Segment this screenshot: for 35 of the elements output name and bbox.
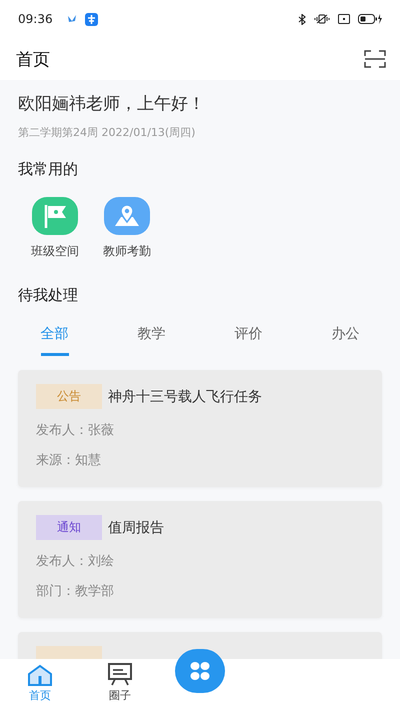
shortcut-label[interactable]: 班级空间 [31, 243, 79, 260]
category-tag: 公告 [36, 384, 102, 409]
task-card[interactable]: 通知 值周报告 发布人：刘绘 部门：教学部 [18, 501, 382, 618]
bluetooth-icon [298, 14, 306, 24]
section-title: 我常用的 [18, 160, 79, 179]
nav-tab[interactable]: 圈子 [80, 662, 160, 709]
date-text: 第二学期第24周 2022/01/13(周四) [18, 125, 196, 140]
battery-icon [358, 14, 382, 24]
greeting-text: 欧阳婳祎老师，上午好！ [18, 93, 206, 115]
section-title: 待我处理 [17, 286, 79, 305]
vibrate-icon [314, 14, 330, 24]
filter-tab[interactable]: 评价 [234, 325, 262, 356]
sim-card-icon [338, 14, 350, 24]
filter-tab[interactable]: 办公 [332, 325, 360, 356]
app-notification-icon [84, 12, 98, 26]
shortcut-label[interactable]: 教师考勤 [103, 243, 151, 260]
flag-icon[interactable] [32, 197, 78, 235]
category-tag: 通知 [36, 515, 102, 540]
task-title: 神舟十三号载人飞行任务 [108, 388, 262, 406]
scan-icon[interactable] [364, 50, 386, 68]
task-detail: 部门：教学部 [36, 583, 115, 600]
task-title: 值周报告 [108, 518, 164, 536]
task-detail: 来源：知慧 [36, 452, 102, 469]
apps-button[interactable] [175, 649, 225, 693]
status-time: 09:36 [18, 12, 53, 26]
home-icon [27, 664, 53, 686]
map-pin-icon[interactable] [104, 197, 150, 235]
task-detail: 发布人：张薇 [36, 422, 115, 439]
app-notification-icon [66, 14, 77, 24]
grid-dots-icon [190, 661, 210, 681]
filter-tab[interactable]: 教学 [138, 325, 166, 356]
easel-board-icon [107, 662, 133, 686]
task-card[interactable]: 公告 神舟十三号载人飞行任务 发布人：张薇 来源：知慧 [18, 370, 382, 487]
page-title: 首页 [16, 48, 50, 70]
task-detail: 发布人：刘绘 [36, 553, 115, 570]
